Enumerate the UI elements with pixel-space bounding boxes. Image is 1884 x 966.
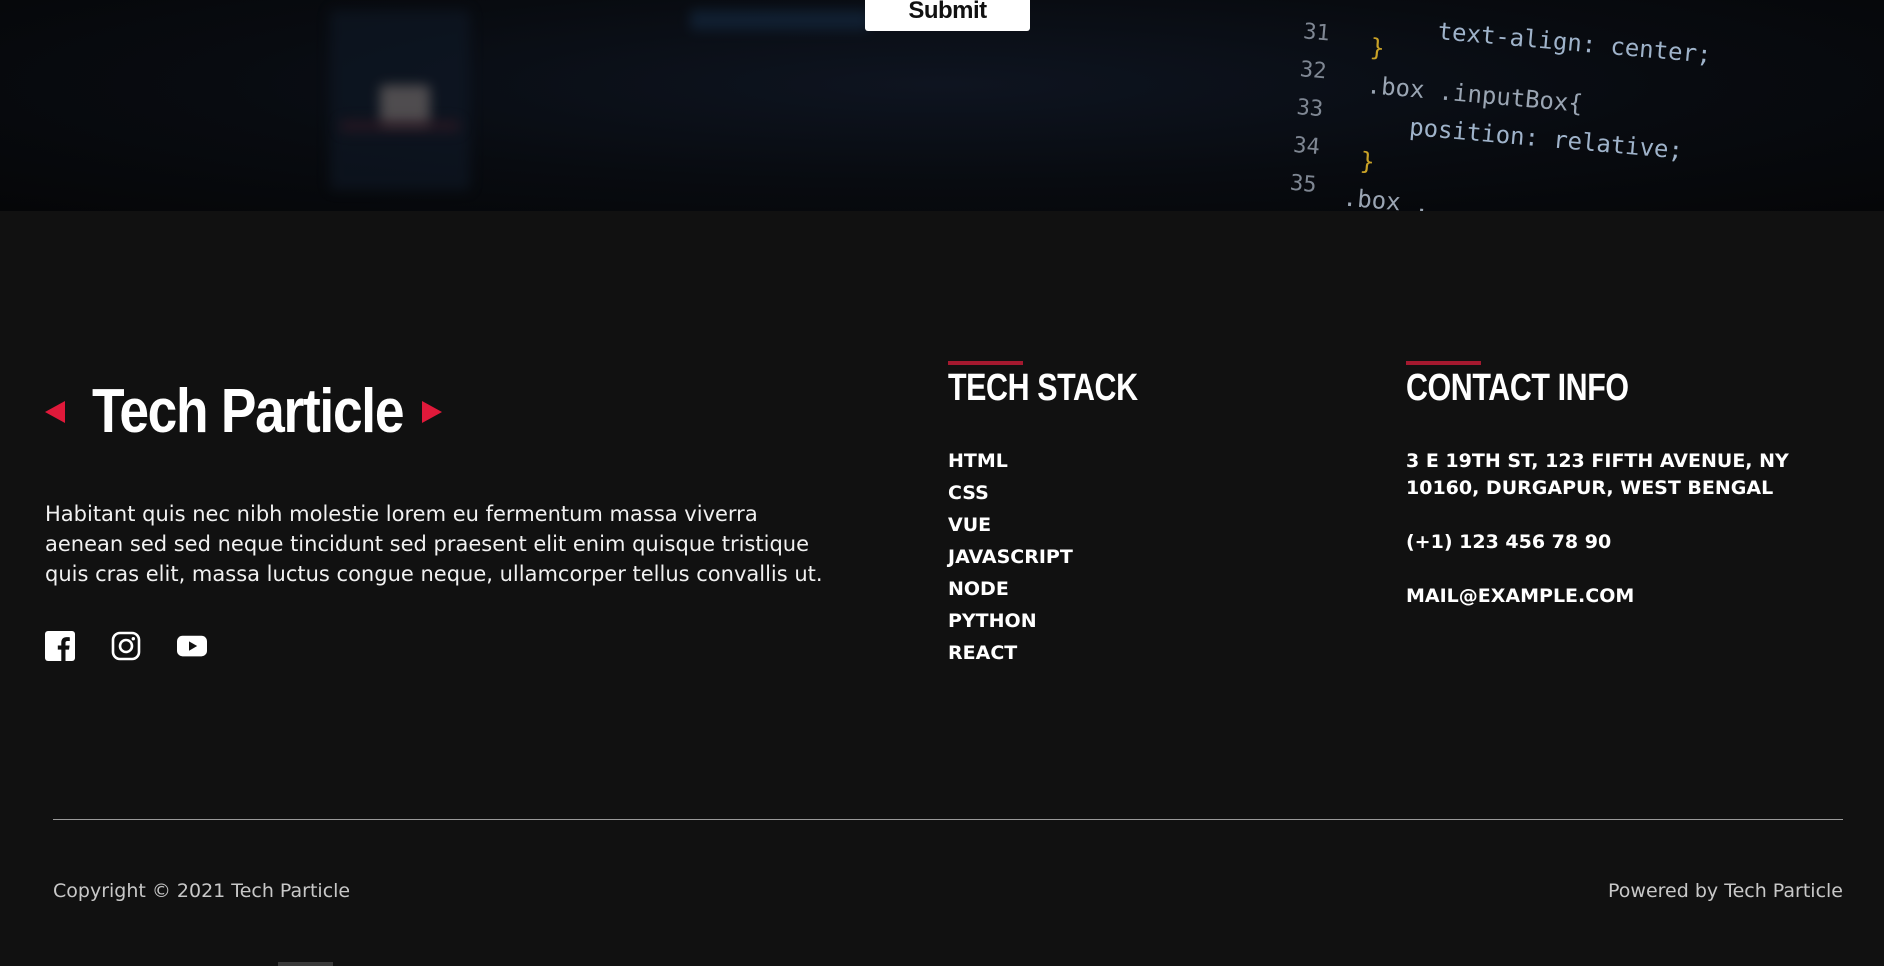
triangle-left-icon	[45, 400, 65, 423]
tech-stack-item-react[interactable]: REACT	[948, 640, 1073, 672]
social-links	[45, 631, 207, 661]
tech-stack-item-css[interactable]: CSS	[948, 480, 1073, 512]
address-line-1: 3 E 19TH ST, 123 FIFTH AVENUE, NY	[1406, 450, 1789, 472]
contact-accent-bar	[1406, 361, 1481, 365]
tech-stack-item-node[interactable]: NODE	[948, 576, 1073, 608]
youtube-link[interactable]	[177, 631, 207, 661]
contact-info: 3 E 19TH ST, 123 FIFTH AVENUE, NY 10160,…	[1406, 448, 1826, 610]
code-line-number: 31	[1302, 19, 1331, 47]
email-address[interactable]: MAIL@EXAMPLE.COM	[1406, 583, 1826, 610]
copyright-text: Copyright © 2021 Tech Particle	[53, 880, 351, 902]
address-line-2: 10160, DURGAPUR, WEST BENGAL	[1406, 477, 1774, 499]
tech-stack-list: HTML CSS VUE JAVASCRIPT NODE PYTHON REAC…	[948, 448, 1073, 672]
code-line-number: 34	[1292, 132, 1321, 161]
tech-stack-accent-bar	[948, 361, 1023, 365]
footer-divider	[53, 819, 1843, 820]
submit-button[interactable]: Submit	[865, 0, 1030, 31]
code-line: .box .	[1341, 183, 1431, 211]
instagram-icon	[111, 631, 141, 661]
code-line-number: 33	[1295, 95, 1325, 123]
tech-stack-item-python[interactable]: PYTHON	[948, 608, 1073, 640]
site-footer: Tech Particle Habitant quis nec nibh mol…	[0, 211, 1884, 966]
facebook-icon	[45, 631, 75, 661]
contact-title: CONTACT INFO	[1406, 367, 1629, 409]
code-line-number: 32	[1298, 57, 1328, 85]
tech-stack-item-vue[interactable]: VUE	[948, 512, 1073, 544]
phone-number[interactable]: (+1) 123 456 78 90	[1406, 529, 1826, 556]
facebook-link[interactable]	[45, 631, 75, 661]
code-background-blur	[690, 10, 870, 30]
code-line: .box .inputBox{	[1365, 71, 1585, 118]
youtube-icon	[177, 635, 207, 657]
about-text: Habitant quis nec nibh molestie lorem eu…	[45, 502, 823, 586]
code-line: text-align: center;	[1436, 17, 1713, 69]
powered-by-text[interactable]: Powered by Tech Particle	[1608, 880, 1843, 902]
tech-stack-item-javascript[interactable]: JAVASCRIPT	[948, 544, 1073, 576]
horizontal-scrollbar[interactable]	[278, 962, 333, 966]
triangle-right-icon	[422, 400, 442, 423]
code-line-number: 35	[1288, 170, 1318, 198]
code-line: position: relative;	[1408, 112, 1685, 165]
brand-logo[interactable]: Tech Particle	[45, 376, 442, 447]
tech-stack-title: TECH STACK	[948, 367, 1138, 409]
code-snippet-background: 31 text-align: center; 32 } 33 .box .inp…	[1272, 0, 1882, 211]
code-line: }	[1359, 146, 1376, 176]
instagram-link[interactable]	[111, 631, 141, 661]
code-background-blur	[340, 120, 460, 132]
brand-name: Tech Particle	[92, 377, 404, 446]
code-line: }	[1368, 33, 1386, 63]
tech-stack-item-html[interactable]: HTML	[948, 448, 1073, 480]
code-background-blur	[380, 85, 430, 125]
hero-banner: Submit 31 text-align: center; 32 } 33 .b…	[0, 0, 1884, 211]
